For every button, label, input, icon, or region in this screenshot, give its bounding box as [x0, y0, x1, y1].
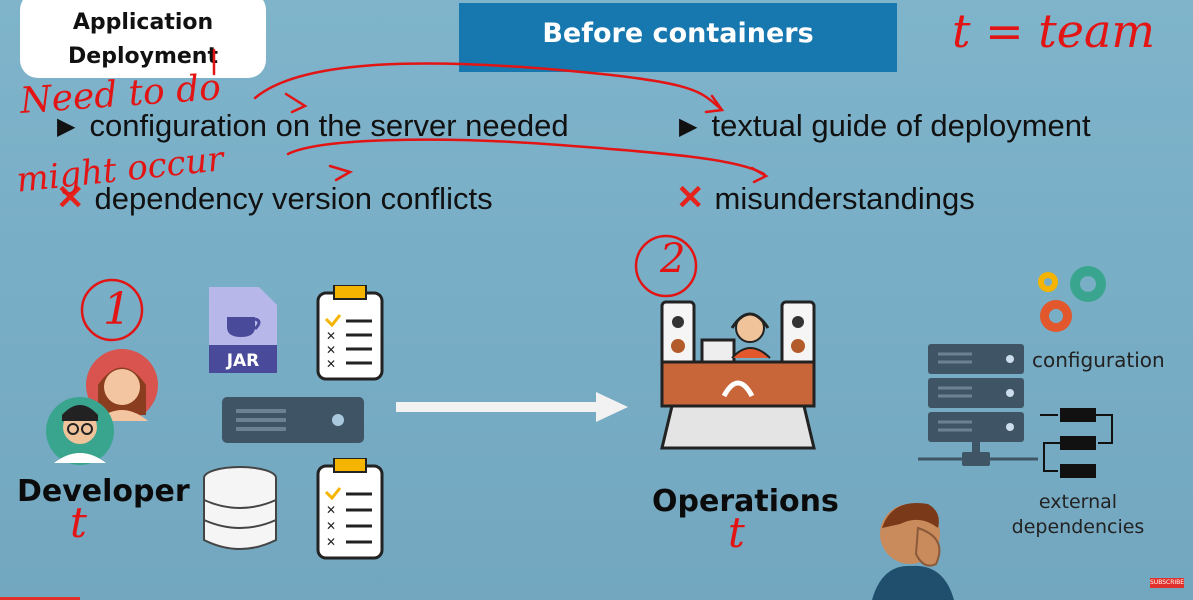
svg-text:✕: ✕ — [326, 519, 336, 533]
server-icon — [222, 397, 364, 443]
frustrated-person-icon — [872, 503, 954, 600]
gears-icon — [1038, 266, 1106, 332]
subscribe-badge[interactable]: SUBSCRIBE — [1150, 578, 1184, 588]
jar-label: JAR — [226, 351, 260, 371]
external-label-line2: dependencies — [1011, 516, 1145, 538]
server-stack-icon — [918, 344, 1038, 466]
checklist-icon: ✕✕✕ — [316, 285, 384, 381]
operations-label: Operations — [652, 484, 839, 519]
developer-label: Developer — [17, 474, 190, 509]
svg-text:✕: ✕ — [326, 343, 336, 357]
developer-avatars — [46, 349, 158, 465]
database-icon — [203, 466, 277, 550]
dependency-chain-icon — [1040, 408, 1113, 478]
svg-text:✕: ✕ — [326, 503, 336, 517]
operations-workstation-icon — [660, 300, 816, 450]
external-label-line1: external — [1038, 491, 1118, 513]
configuration-label: configuration — [1032, 348, 1165, 372]
svg-text:✕: ✕ — [326, 329, 336, 343]
svg-text:✕: ✕ — [326, 357, 336, 371]
jar-icon: JAR — [209, 287, 277, 373]
external-dependencies-label: external dependencies — [1003, 490, 1153, 540]
checklist-icon: ✕ ✕ ✕ — [316, 458, 384, 560]
svg-text:✕: ✕ — [326, 535, 336, 549]
arrow-right-icon — [396, 392, 628, 422]
